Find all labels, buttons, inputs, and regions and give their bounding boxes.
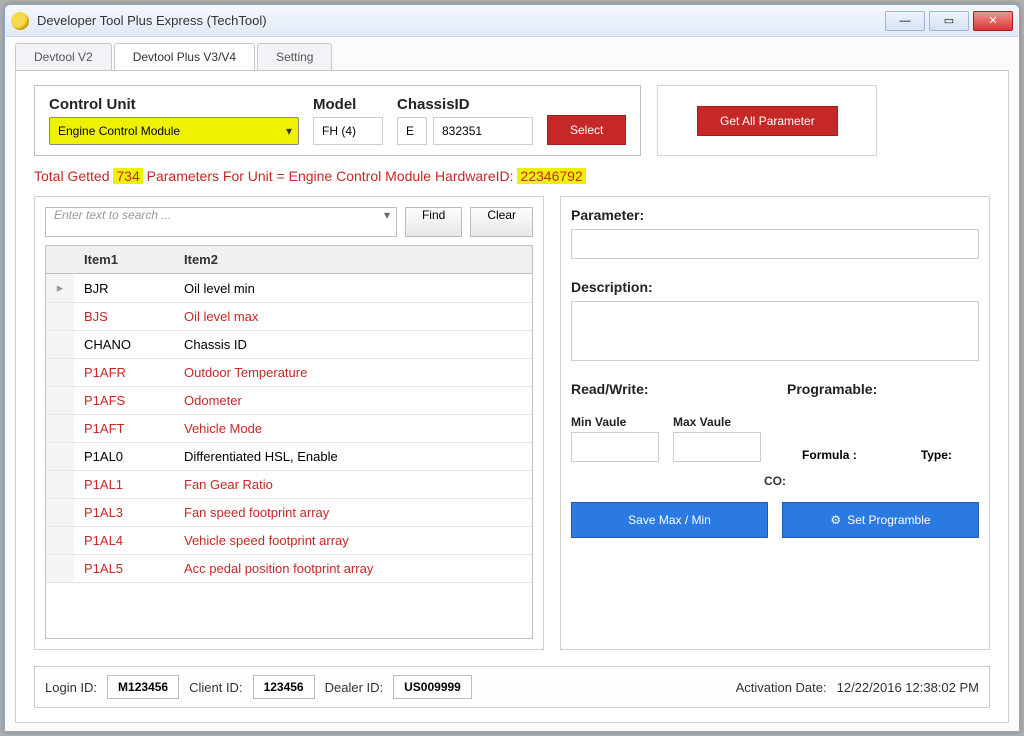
col-marker: [46, 246, 74, 274]
formula-label: Formula :: [802, 448, 857, 462]
search-input[interactable]: Enter text to search ... ▾: [45, 207, 397, 237]
table-row[interactable]: P1AFROutdoor Temperature: [46, 359, 532, 387]
readwrite-label: Read/Write:: [571, 381, 763, 397]
activate-value: 12/22/2016 12:38:02 PM: [837, 680, 979, 695]
gear-icon: ⚙: [830, 513, 841, 527]
table-row[interactable]: P1AL3Fan speed footprint array: [46, 499, 532, 527]
table-row[interactable]: P1AL1Fan Gear Ratio: [46, 471, 532, 499]
save-minmax-button[interactable]: Save Max / Min: [571, 502, 768, 538]
max-label: Max Vaule: [673, 415, 761, 429]
chassis-prefix: E: [397, 117, 427, 145]
find-button[interactable]: Find: [405, 207, 462, 237]
tab-devtool-plus[interactable]: Devtool Plus V3/V4: [114, 43, 255, 70]
model-label: Model: [313, 96, 383, 113]
control-unit-combo[interactable]: Engine Control Module: [49, 117, 299, 145]
client-label: Client ID:: [189, 680, 242, 695]
status-line: Total Getted 734 Parameters For Unit = E…: [34, 168, 990, 184]
table-row[interactable]: P1AL5Acc pedal position footprint array: [46, 555, 532, 583]
footer: Login ID: M123456 Client ID: 123456 Deal…: [34, 666, 990, 708]
clear-button[interactable]: Clear: [470, 207, 533, 237]
table-row[interactable]: BJSOil level max: [46, 303, 532, 331]
set-programable-button[interactable]: ⚙ Set Programble: [782, 502, 979, 538]
maximize-button[interactable]: ▭: [929, 11, 969, 31]
parameter-field[interactable]: [571, 229, 979, 259]
tabstrip: Devtool V2 Devtool Plus V3/V4 Setting: [15, 43, 1009, 71]
app-icon: [11, 12, 29, 30]
max-field[interactable]: [673, 432, 761, 462]
get-all-parameter-button[interactable]: Get All Parameter: [697, 106, 838, 136]
select-button[interactable]: Select: [547, 115, 626, 145]
titlebar: Developer Tool Plus Express (TechTool) —…: [5, 5, 1019, 37]
tab-setting[interactable]: Setting: [257, 43, 332, 70]
client-value: 123456: [253, 675, 315, 699]
col-item1[interactable]: Item1: [74, 246, 174, 274]
description-label: Description:: [571, 279, 979, 295]
min-field[interactable]: [571, 432, 659, 462]
table-row[interactable]: P1AFTVehicle Mode: [46, 415, 532, 443]
table-row[interactable]: CHANOChassis ID: [46, 331, 532, 359]
table-row[interactable]: ▸BJROil level min: [46, 274, 532, 303]
dealer-label: Dealer ID:: [325, 680, 384, 695]
unit-selector-box: Control Unit Engine Control Module Model…: [34, 85, 641, 156]
activate-label: Activation Date:: [736, 680, 827, 695]
login-value: M123456: [107, 675, 179, 699]
min-label: Min Vaule: [571, 415, 659, 429]
description-field[interactable]: [571, 301, 979, 361]
type-label: Type:: [921, 448, 952, 462]
programable-label: Programable:: [787, 381, 979, 397]
co-label: CO:: [571, 474, 979, 488]
minimize-button[interactable]: —: [885, 11, 925, 31]
login-label: Login ID:: [45, 680, 97, 695]
window-title: Developer Tool Plus Express (TechTool): [37, 13, 267, 28]
table-row[interactable]: P1AL4Vehicle speed footprint array: [46, 527, 532, 555]
control-unit-label: Control Unit: [49, 96, 299, 113]
chassis-label: ChassisID: [397, 96, 533, 113]
tab-devtool-v2[interactable]: Devtool V2: [15, 43, 112, 70]
table-row[interactable]: P1AFSOdometer: [46, 387, 532, 415]
dealer-value: US009999: [393, 675, 472, 699]
chevron-down-icon[interactable]: ▾: [384, 208, 390, 222]
parameter-label: Parameter:: [571, 207, 979, 223]
col-item2[interactable]: Item2: [174, 246, 532, 274]
parameter-grid[interactable]: Item1 Item2 ▸BJROil level minBJSOil leve…: [45, 245, 533, 639]
control-unit-value: Engine Control Module: [58, 124, 180, 138]
model-field: FH (4): [313, 117, 383, 145]
chassis-value[interactable]: 832351: [433, 117, 533, 145]
table-row[interactable]: P1AL0Differentiated HSL, Enable: [46, 443, 532, 471]
close-button[interactable]: ✕: [973, 11, 1013, 31]
